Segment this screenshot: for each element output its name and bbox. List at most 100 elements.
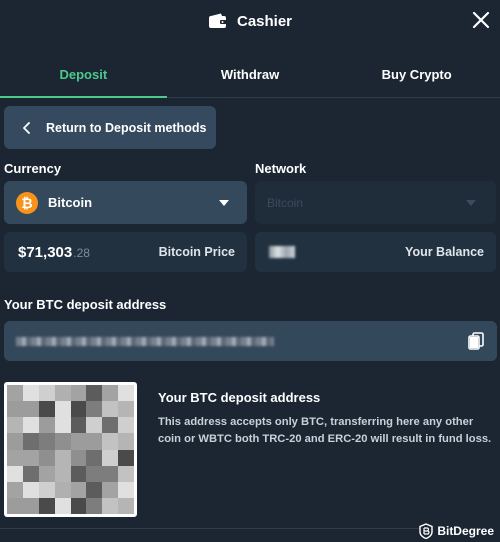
qr-pixel <box>118 481 134 498</box>
info-title: Your BTC deposit address <box>158 390 321 405</box>
deposit-address-field[interactable] <box>4 321 497 361</box>
qr-pixel <box>54 449 71 466</box>
qr-pixel <box>70 433 87 450</box>
network-select[interactable]: Bitcoin <box>255 181 496 224</box>
qr-pixel <box>22 449 39 466</box>
qr-pixel <box>102 465 119 482</box>
qr-pixel <box>54 433 71 450</box>
deposit-address-label: Your BTC deposit address <box>4 297 167 312</box>
qr-pixel <box>70 401 87 418</box>
price-decimals: .28 <box>73 246 90 260</box>
qr-pixel <box>102 481 119 498</box>
qr-pixel <box>102 449 119 466</box>
qr-pixel <box>86 497 103 514</box>
close-icon[interactable] <box>472 11 490 29</box>
qr-pixel <box>118 385 134 402</box>
qr-pixel <box>118 497 134 514</box>
bitdegree-logo-icon <box>419 523 434 539</box>
bitdegree-watermark: BitDegree <box>419 523 494 539</box>
qr-pixel <box>54 465 71 482</box>
qr-pixel <box>86 401 103 418</box>
qr-pixel <box>38 385 55 402</box>
qr-pixel <box>86 481 103 498</box>
qr-pixel <box>86 385 103 402</box>
qr-code <box>4 382 137 517</box>
copy-icon[interactable] <box>468 332 484 350</box>
qr-pixel <box>22 417 39 434</box>
qr-pixel <box>54 401 71 418</box>
network-label: Network <box>255 161 307 176</box>
balance-value-redacted <box>269 246 295 258</box>
qr-pixel <box>7 481 23 498</box>
chevron-left-icon <box>23 121 30 134</box>
qr-pixel <box>118 401 134 418</box>
price-label: Bitcoin Price <box>158 245 235 259</box>
qr-pixel <box>118 465 134 482</box>
currency-label: Currency <box>4 161 62 176</box>
page-title: Cashier <box>236 12 293 30</box>
currency-select[interactable]: ₿ Bitcoin <box>4 181 247 224</box>
qr-pixel <box>38 433 55 450</box>
qr-pixel <box>7 417 23 434</box>
qr-pixel <box>70 465 87 482</box>
qr-pixel <box>38 401 55 418</box>
qr-pixel <box>86 449 103 466</box>
qr-pixel <box>54 385 71 402</box>
qr-pixel <box>70 385 87 402</box>
qr-pixel <box>22 481 39 498</box>
qr-pixel <box>70 481 87 498</box>
qr-pixel <box>7 433 23 450</box>
title-wrap: Cashier <box>208 13 292 30</box>
qr-pixel <box>102 433 119 450</box>
price-value: $71,303 <box>18 243 73 261</box>
qr-pixel <box>38 465 55 482</box>
chevron-down-icon <box>466 199 476 206</box>
qr-pixel <box>70 497 87 514</box>
tab-withdraw[interactable]: Withdraw <box>167 52 334 97</box>
qr-pixel <box>70 417 87 434</box>
qr-pixel <box>38 497 55 514</box>
qr-pixel <box>54 497 71 514</box>
qr-pixel <box>7 497 23 514</box>
info-warning-text: This address accepts only BTC, transferr… <box>158 416 492 445</box>
wallet-icon <box>208 13 228 29</box>
cashier-header: Cashier <box>0 0 500 42</box>
qr-pixel <box>38 481 55 498</box>
qr-pixel <box>22 401 39 418</box>
qr-pixel <box>22 465 39 482</box>
qr-code-pixels <box>7 385 134 514</box>
close-button[interactable] <box>469 8 493 32</box>
tab-deposit[interactable]: Deposit <box>0 52 167 98</box>
qr-pixel <box>7 465 23 482</box>
tab-bar: Deposit Withdraw Buy Crypto <box>0 52 500 98</box>
qr-pixel <box>38 449 55 466</box>
qr-pixel <box>54 481 71 498</box>
qr-pixel <box>118 433 134 450</box>
qr-pixel <box>102 385 119 402</box>
qr-pixel <box>86 465 103 482</box>
brand-name: BitDegree <box>437 524 494 538</box>
deposit-address-redacted <box>16 336 274 346</box>
chevron-down-icon <box>219 199 229 206</box>
bitcoin-price-box: $71,303 .28 Bitcoin Price <box>4 232 247 272</box>
qr-pixel <box>7 401 23 418</box>
currency-selected-value: Bitcoin <box>48 195 93 210</box>
qr-pixel <box>70 449 87 466</box>
back-button-label: Return to Deposit methods <box>46 120 207 135</box>
qr-pixel <box>102 417 119 434</box>
copy-button[interactable] <box>465 330 487 352</box>
qr-pixel <box>22 497 39 514</box>
divider <box>0 528 420 529</box>
bitcoin-icon: ₿ <box>16 191 38 214</box>
qr-pixel <box>7 385 23 402</box>
qr-pixel <box>54 417 71 434</box>
qr-pixel <box>22 433 39 450</box>
qr-pixel <box>102 497 119 514</box>
balance-box: Your Balance <box>255 232 496 272</box>
return-to-deposit-methods-button[interactable]: Return to Deposit methods <box>4 106 216 149</box>
qr-pixel <box>38 417 55 434</box>
qr-pixel <box>102 401 119 418</box>
qr-pixel <box>7 449 23 466</box>
network-selected-value: Bitcoin <box>267 195 304 210</box>
tab-buy-crypto[interactable]: Buy Crypto <box>333 52 500 97</box>
